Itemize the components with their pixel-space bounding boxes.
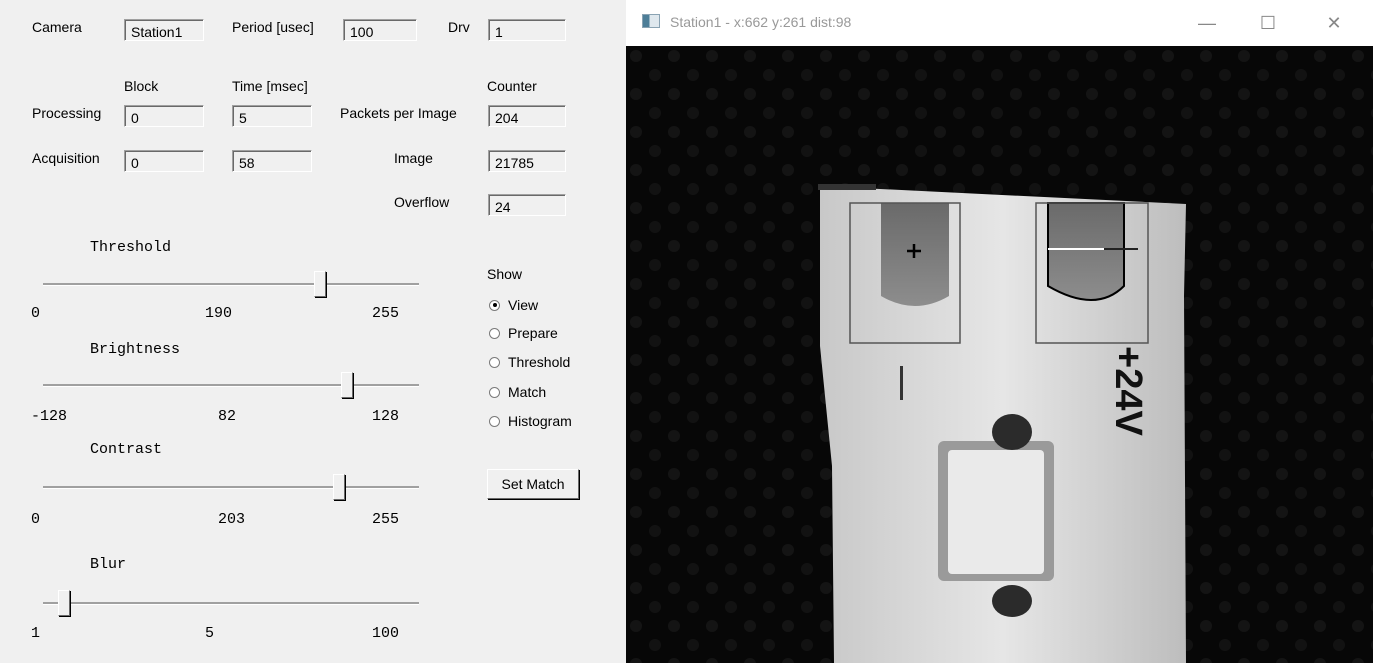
blur-value: 5 xyxy=(205,625,215,642)
minimize-button[interactable]: — xyxy=(1192,8,1222,38)
radio-icon xyxy=(489,356,500,368)
acquisition-label: Acquisition xyxy=(32,150,100,166)
processing-time-field[interactable]: 5 xyxy=(232,105,312,127)
processing-label: Processing xyxy=(32,105,102,121)
blur-label: Blur xyxy=(90,556,127,573)
contrast-value: 203 xyxy=(218,511,246,528)
contrast-track[interactable] xyxy=(43,486,419,489)
camera-label: Camera xyxy=(32,19,82,35)
threshold-track[interactable] xyxy=(43,283,419,286)
brightness-track[interactable] xyxy=(43,384,419,387)
show-label: Show xyxy=(487,266,523,282)
solder-pad-right xyxy=(1047,202,1125,301)
acquisition-block-field[interactable]: 0 xyxy=(124,150,204,172)
acquisition-time-field[interactable]: 58 xyxy=(232,150,312,172)
brightness-label: Brightness xyxy=(90,341,181,358)
show-option-view[interactable]: View xyxy=(489,297,538,313)
image-counter-field[interactable]: 21785 xyxy=(488,150,566,172)
window-title: Station1 - x:662 y:261 dist:98 xyxy=(670,14,852,30)
threshold-value: 190 xyxy=(205,305,233,322)
radio-icon xyxy=(489,415,500,427)
contrast-min: 0 xyxy=(31,511,41,528)
contrast-label: Contrast xyxy=(90,441,163,458)
brightness-thumb[interactable] xyxy=(341,372,354,398)
packets-per-image-label: Packets per Image xyxy=(340,105,457,121)
show-option-threshold[interactable]: Threshold xyxy=(489,354,570,370)
marking-24v: +24V xyxy=(1107,346,1149,436)
period-field[interactable]: 100 xyxy=(343,19,417,41)
camera-image[interactable]: +24V xyxy=(626,46,1373,663)
time-header: Time [msec] xyxy=(232,78,308,94)
blur-thumb[interactable] xyxy=(57,590,70,616)
radio-icon xyxy=(489,386,500,398)
blur-max: 100 xyxy=(372,625,400,642)
image-counter-label: Image xyxy=(394,150,433,166)
overflow-label: Overflow xyxy=(394,194,450,210)
block-header: Block xyxy=(124,78,159,94)
camera-field[interactable]: Station1 xyxy=(124,19,204,41)
threshold-min: 0 xyxy=(31,305,41,322)
blur-min: 1 xyxy=(31,625,41,642)
brightness-value: 82 xyxy=(218,408,237,425)
station-window: Station1 - x:662 y:261 dist:98 — ☐ ✕ +24… xyxy=(626,0,1373,663)
brightness-max: 128 xyxy=(372,408,400,425)
counter-header: Counter xyxy=(487,78,537,94)
show-option-histogram[interactable]: Histogram xyxy=(489,413,572,429)
show-option-prepare[interactable]: Prepare xyxy=(489,325,558,341)
contrast-max: 255 xyxy=(372,511,400,528)
threshold-label: Threshold xyxy=(90,239,172,256)
maximize-button[interactable]: ☐ xyxy=(1253,8,1283,38)
contrast-thumb[interactable] xyxy=(332,474,345,500)
overflow-field[interactable]: 24 xyxy=(488,194,566,216)
app-icon xyxy=(642,14,660,28)
control-panel: Camera Station1 Period [usec] 100 Drv 1 … xyxy=(0,0,626,663)
processing-block-field[interactable]: 0 xyxy=(124,105,204,127)
threshold-thumb[interactable] xyxy=(314,271,327,297)
radio-icon xyxy=(489,327,500,339)
window-titlebar[interactable]: Station1 - x:662 y:261 dist:98 — ☐ ✕ xyxy=(626,0,1373,46)
packets-per-image-field[interactable]: 204 xyxy=(488,105,566,127)
blur-track[interactable] xyxy=(43,602,419,605)
drv-label: Drv xyxy=(448,19,470,35)
set-match-button[interactable]: Set Match xyxy=(487,469,579,499)
close-button[interactable]: ✕ xyxy=(1319,8,1349,38)
radio-selected-icon xyxy=(489,299,500,311)
show-option-match[interactable]: Match xyxy=(489,384,546,400)
drv-field[interactable]: 1 xyxy=(488,19,566,41)
brightness-min: -128 xyxy=(31,408,68,425)
threshold-max: 255 xyxy=(372,305,400,322)
camera-image-svg: +24V xyxy=(626,46,1373,663)
period-label: Period [usec] xyxy=(232,19,314,35)
